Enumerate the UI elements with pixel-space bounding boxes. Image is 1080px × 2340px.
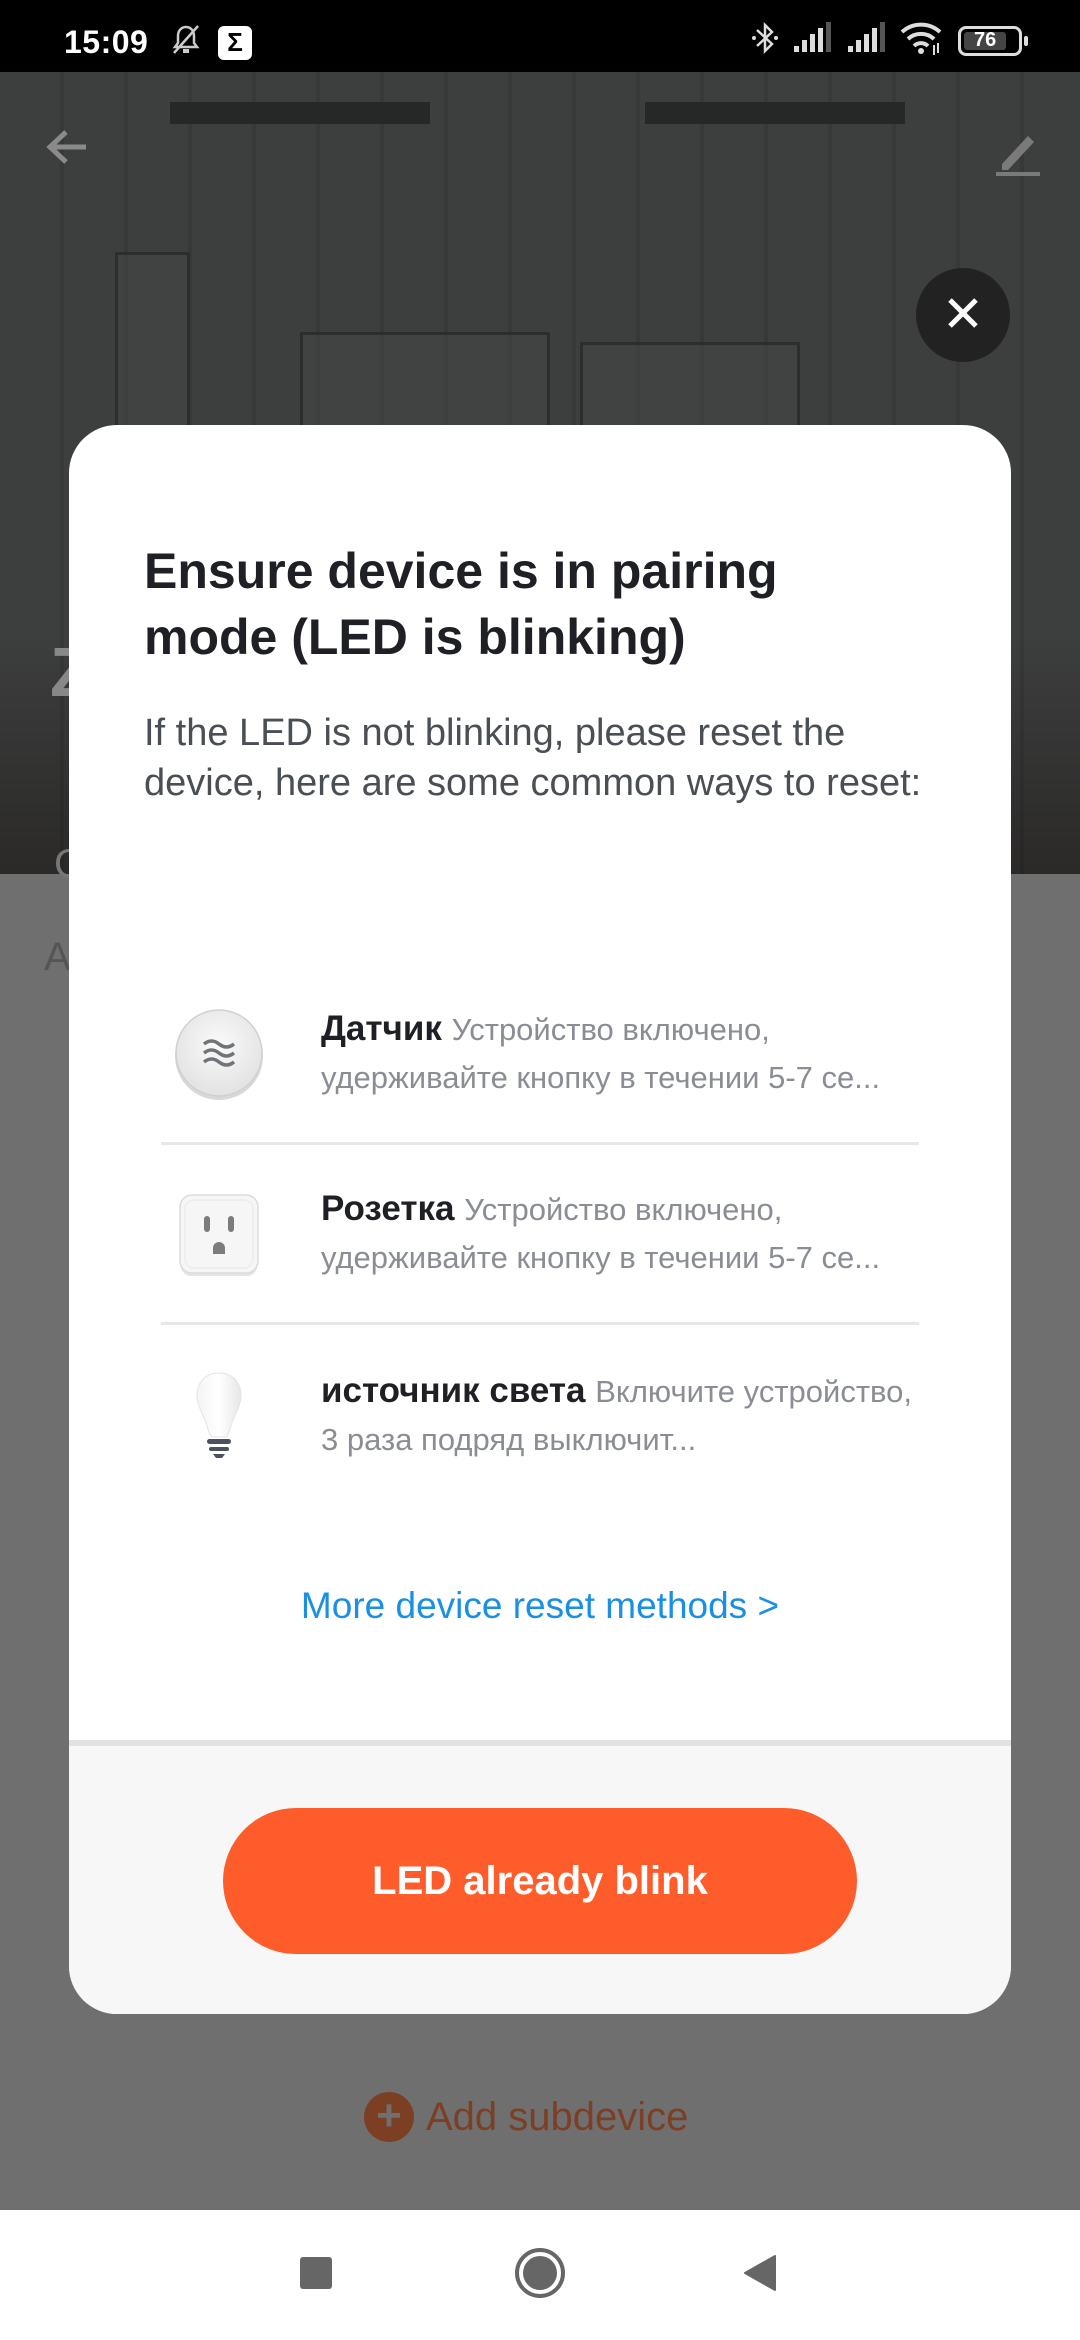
ceiling-beam [645,102,905,124]
status-time: 15:09 [64,24,149,60]
dialog-title: Ensure device is in pairing mode (LED is… [144,543,778,665]
led-already-blink-button[interactable]: LED already blink [223,1808,857,1954]
system-nav-bar [0,2210,1080,2340]
back-arrow-icon[interactable] [42,122,92,172]
wifi-icon [900,21,944,60]
reset-method-name: источник света [321,1370,596,1410]
home-button[interactable] [480,2210,600,2340]
section-header: A [44,935,71,979]
light-bulb-icon [171,1367,267,1463]
dialog-footer: LED already blink [69,1740,1011,2014]
reset-method-name: Розетка [321,1189,465,1228]
status-bar: 15:09 Σ 76 [0,0,1080,72]
more-reset-methods-link[interactable]: More device reset methods > [69,1585,1011,1627]
dialog-description: If the LED is not blinking, please reset… [144,712,922,804]
ceiling-beam [170,102,430,124]
reset-method-item[interactable]: Датчик Устройство включено, удерживайте … [161,965,919,1145]
signal-icon [792,22,832,59]
recents-button[interactable] [256,2210,376,2340]
close-icon [946,296,980,335]
add-subdevice-label: Add subdevice [426,2094,689,2139]
reset-method-item[interactable]: источник света Включите устройство, 3 ра… [161,1325,919,1505]
reset-methods-list: Датчик Устройство включено, удерживайте … [161,965,919,1505]
sigma-app-icon: Σ [218,25,252,60]
plus-circle-icon: + [364,2092,414,2142]
recents-square-icon [299,2256,333,2295]
edit-pencil-icon[interactable] [992,128,1042,178]
home-circle-icon [514,2247,566,2304]
add-subdevice-button[interactable]: + Add subdevice [364,2092,688,2142]
bluetooth-icon [752,20,778,61]
signal-icon [846,22,886,59]
battery-icon: 76 [958,25,1028,56]
battery-percent: 76 [974,29,997,51]
reset-method-name: Датчик [321,1009,452,1048]
back-triangle-icon [743,2254,777,2297]
close-button[interactable] [916,268,1010,362]
muted-alarm-icon [168,22,204,63]
pairing-mode-dialog: Ensure device is in pairing mode (LED is… [69,425,1011,2014]
reset-method-item[interactable]: Розетка Устройство включено, удерживайте… [161,1145,919,1325]
back-button[interactable] [700,2210,820,2340]
socket-icon [171,1186,267,1282]
sensor-icon [171,1006,267,1102]
